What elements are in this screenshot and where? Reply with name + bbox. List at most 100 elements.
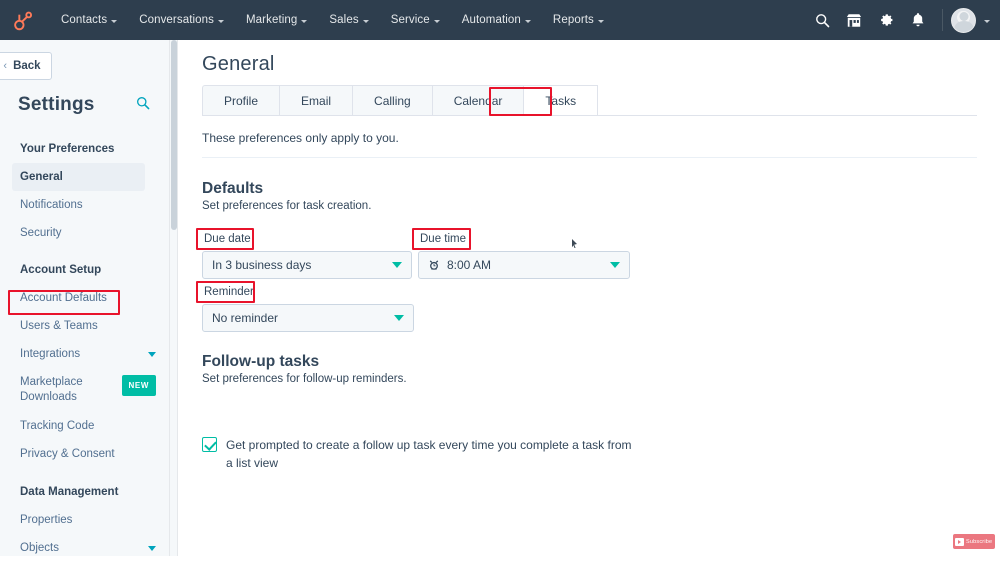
nav-item-service[interactable]: Service <box>380 14 451 26</box>
sidebar-item-tracking-code-label: Tracking Code <box>20 420 95 432</box>
chevron-down-icon <box>148 545 156 551</box>
page-title: General <box>202 53 275 75</box>
due-time-dropdown[interactable]: 8:00 AM <box>418 251 630 279</box>
nav-item-contacts[interactable]: Contacts <box>50 14 128 26</box>
tab-calling-label: Calling <box>374 93 411 108</box>
chevron-down-icon <box>301 19 308 23</box>
nav-item-automation-label: Automation <box>461 14 521 26</box>
followup-checkbox[interactable] <box>202 437 217 452</box>
chevron-down-icon <box>433 19 440 23</box>
sidebar-item-security[interactable]: Security <box>0 219 170 247</box>
settings-gear-icon[interactable] <box>870 0 902 40</box>
sidebar-heading-data-management: Data Management <box>20 486 119 498</box>
nav-item-reports-label: Reports <box>552 14 594 26</box>
sidebar-item-objects[interactable]: Objects <box>0 534 170 562</box>
tab-calling[interactable]: Calling <box>352 85 432 116</box>
tab-email[interactable]: Email <box>279 85 353 116</box>
sidebar-item-general[interactable]: General <box>12 163 145 191</box>
settings-sidebar: ‹ Back Settings Your Preferences General… <box>0 40 170 556</box>
sidebar-heading-your-preferences: Your Preferences <box>20 143 115 155</box>
tab-tasks[interactable]: Tasks <box>523 85 599 116</box>
marketplace-icon[interactable] <box>838 0 870 40</box>
followup-checkbox-row: Get prompted to create a follow up task … <box>202 436 632 472</box>
page-title-settings: Settings <box>18 94 95 115</box>
reminder-label: Reminder <box>204 286 254 298</box>
chevron-left-icon: ‹ <box>3 60 8 72</box>
sidebar-group-your-preferences: Your Preferences General Notifications S… <box>0 135 170 247</box>
tab-email-label: Email <box>301 93 332 108</box>
sidebar-scrollbar[interactable] <box>170 40 178 556</box>
sidebar-item-properties[interactable]: Properties <box>0 506 170 534</box>
defaults-section-title: Defaults <box>202 180 264 197</box>
tab-profile[interactable]: Profile <box>202 85 280 116</box>
back-button[interactable]: ‹ Back <box>0 52 52 80</box>
followup-section-title: Follow-up tasks <box>202 353 320 370</box>
tab-calendar-label: Calendar <box>453 93 503 108</box>
nav-item-automation[interactable]: Automation <box>451 14 542 26</box>
settings-tabs: Profile Email Calling Calendar Tasks <box>202 85 599 116</box>
chevron-down-icon <box>218 19 224 23</box>
youtube-icon <box>955 537 964 546</box>
reminder-value: No reminder <box>212 311 279 325</box>
sidebar-item-objects-label: Objects <box>20 542 59 554</box>
sidebar-item-tracking-code[interactable]: Tracking Code <box>0 412 170 440</box>
nav-item-marketing-label: Marketing <box>246 14 298 26</box>
chevron-down-icon <box>524 19 531 23</box>
tabs-underline <box>202 115 977 116</box>
primary-nav-items: Contacts Conversations Marketing Sales S… <box>50 14 615 26</box>
due-date-value: In 3 business days <box>212 258 312 272</box>
chevron-down-icon <box>610 262 620 268</box>
settings-header: Settings <box>18 94 150 116</box>
chevron-down-icon <box>148 351 156 357</box>
sidebar-scrollbar-thumb[interactable] <box>171 40 177 230</box>
nav-item-conversations[interactable]: Conversations <box>128 14 235 26</box>
nav-item-service-label: Service <box>390 14 430 26</box>
hubspot-sprocket-logo[interactable] <box>10 7 36 33</box>
chevron-down-icon <box>394 315 404 321</box>
alarm-clock-icon <box>428 259 440 271</box>
followup-checkbox-label: Get prompted to create a follow up task … <box>226 438 632 470</box>
youtube-subscribe-watermark[interactable]: Subscribe <box>953 534 995 549</box>
nav-item-marketing[interactable]: Marketing <box>235 14 318 26</box>
sidebar-heading-account-setup: Account Setup <box>20 264 102 276</box>
sidebar-item-privacy-consent-label: Privacy & Consent <box>20 448 115 460</box>
sidebar-item-users-teams[interactable]: Users & Teams <box>0 312 170 340</box>
sidebar-group-data-management: Data Management Properties Objects <box>0 478 170 562</box>
chevron-down-icon <box>111 19 118 23</box>
sidebar-item-integrations[interactable]: Integrations <box>0 340 170 368</box>
sidebar-item-privacy-consent[interactable]: Privacy & Consent <box>0 440 170 468</box>
sidebar-item-account-defaults[interactable]: Account Defaults <box>0 284 170 312</box>
preferences-note: These preferences only apply to you. <box>202 131 399 145</box>
nav-item-reports[interactable]: Reports <box>542 14 615 26</box>
sidebar-item-security-label: Security <box>20 227 62 239</box>
notifications-bell-icon[interactable] <box>902 0 934 40</box>
due-time-value: 8:00 AM <box>447 258 492 272</box>
sidebar-item-general-label: General <box>20 171 63 183</box>
status-badge-new: NEW <box>121 375 156 396</box>
tab-calendar[interactable]: Calendar <box>431 85 524 116</box>
defaults-section-subtitle: Set preferences for task creation. <box>202 200 372 212</box>
chevron-down-icon <box>362 19 369 23</box>
sidebar-item-notifications[interactable]: Notifications <box>0 191 170 219</box>
chevron-down-icon <box>597 19 604 23</box>
nav-item-sales-label: Sales <box>329 14 359 26</box>
section-divider <box>202 157 977 158</box>
nav-divider <box>942 9 943 31</box>
user-avatar[interactable] <box>951 7 976 33</box>
nav-item-sales[interactable]: Sales <box>318 14 379 26</box>
due-date-dropdown[interactable]: In 3 business days <box>202 251 412 279</box>
search-icon[interactable] <box>806 0 838 40</box>
search-icon[interactable] <box>136 96 150 115</box>
followup-section-subtitle: Set preferences for follow-up reminders. <box>202 373 407 385</box>
chevron-down-icon[interactable] <box>984 19 990 23</box>
sidebar-item-notifications-label: Notifications <box>20 199 83 211</box>
reminder-dropdown[interactable]: No reminder <box>202 304 414 332</box>
main-content: General Profile Email Calling Calendar T… <box>179 40 1000 556</box>
nav-item-contacts-label: Contacts <box>61 14 108 26</box>
sidebar-item-marketplace-downloads[interactable]: Marketplace Downloads NEW <box>0 368 170 412</box>
tab-tasks-label: Tasks <box>545 93 577 108</box>
mouse-cursor <box>572 239 577 248</box>
top-nav-actions <box>806 0 1000 40</box>
sidebar-item-users-teams-label: Users & Teams <box>20 320 98 332</box>
back-button-label: Back <box>13 60 41 72</box>
